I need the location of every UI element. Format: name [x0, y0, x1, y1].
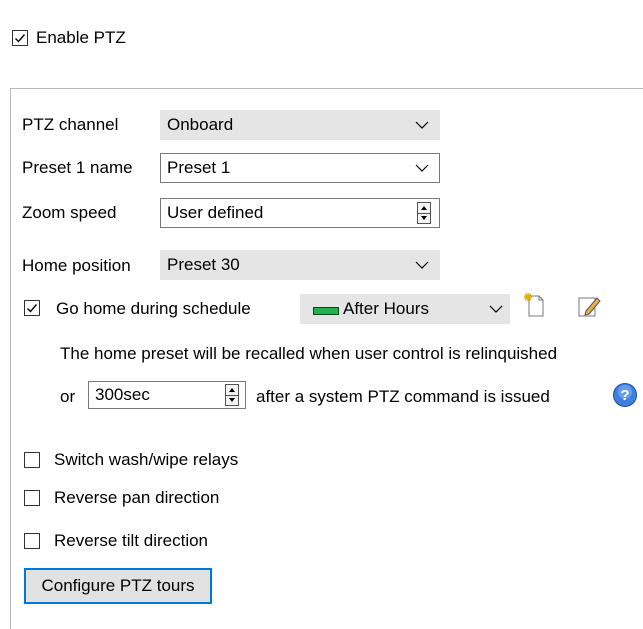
- reverse-tilt-label: Reverse tilt direction: [54, 531, 209, 550]
- enable-ptz-label: Enable PTZ: [36, 28, 126, 47]
- ptz-channel-value: Onboard: [167, 115, 234, 134]
- checkmark-icon: [27, 304, 38, 313]
- preset-name-label: Preset 1 name: [22, 158, 133, 177]
- preset-name-combo[interactable]: Preset 1: [160, 153, 440, 183]
- new-schedule-icon[interactable]: [522, 292, 546, 318]
- go-home-checkbox[interactable]: [24, 300, 40, 316]
- edit-schedule-icon[interactable]: [576, 294, 602, 318]
- schedule-color-swatch: [313, 307, 339, 315]
- enable-ptz-checkbox[interactable]: [12, 30, 28, 46]
- or-label: or: [60, 387, 76, 406]
- reverse-pan-checkbox[interactable]: [24, 490, 40, 506]
- home-position-label: Home position: [22, 256, 131, 275]
- home-position-select[interactable]: Preset 30: [160, 250, 440, 280]
- reverse-pan-label: Reverse pan direction: [54, 488, 220, 507]
- svg-text:?: ?: [620, 387, 629, 404]
- checkmark-icon: [15, 34, 26, 43]
- info-line-1: The home preset will be recalled when us…: [60, 344, 558, 363]
- ptz-channel-select[interactable]: Onboard: [160, 110, 440, 140]
- chevron-down-icon: [415, 164, 429, 172]
- timeout-spin-buttons[interactable]: [225, 384, 239, 406]
- configure-ptz-tours-button[interactable]: Configure PTZ tours: [24, 568, 212, 604]
- schedule-value: After Hours: [343, 299, 429, 318]
- zoom-speed-label: Zoom speed: [22, 203, 117, 222]
- chevron-down-icon: [415, 121, 429, 129]
- wash-wipe-label: Switch wash/wipe relays: [54, 450, 239, 469]
- preset-name-value: Preset 1: [167, 158, 231, 177]
- schedule-select[interactable]: After Hours: [300, 294, 510, 324]
- zoom-speed-spin-buttons[interactable]: [417, 202, 431, 224]
- help-icon[interactable]: ?: [612, 382, 638, 408]
- timeout-value: 300sec: [95, 385, 150, 404]
- go-home-label: Go home during schedule: [56, 299, 251, 318]
- ptz-channel-label: PTZ channel: [22, 115, 119, 134]
- zoom-speed-value: User defined: [167, 203, 264, 222]
- info-line-2: after a system PTZ command is issued: [256, 387, 550, 406]
- home-position-value: Preset 30: [167, 255, 240, 274]
- reverse-tilt-checkbox[interactable]: [24, 533, 40, 549]
- chevron-down-icon: [489, 305, 503, 313]
- chevron-down-icon: [415, 261, 429, 269]
- zoom-speed-spinbox[interactable]: User defined: [160, 198, 440, 228]
- timeout-spinbox[interactable]: 300sec: [88, 381, 246, 409]
- wash-wipe-checkbox[interactable]: [24, 452, 40, 468]
